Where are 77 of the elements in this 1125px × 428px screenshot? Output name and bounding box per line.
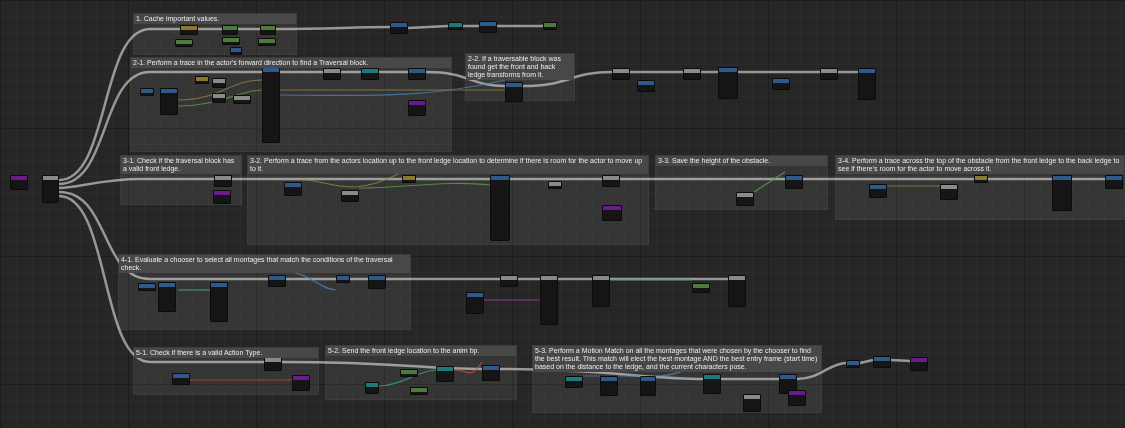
graph-node[interactable] xyxy=(540,275,558,325)
graph-node[interactable] xyxy=(260,25,276,35)
graph-node[interactable] xyxy=(940,184,958,200)
graph-node[interactable] xyxy=(785,175,803,189)
graph-node[interactable] xyxy=(1105,175,1123,189)
graph-node[interactable] xyxy=(284,182,302,196)
graph-node[interactable] xyxy=(408,100,426,116)
graph-node[interactable] xyxy=(448,22,463,30)
graph-node[interactable] xyxy=(820,68,838,80)
graph-node[interactable] xyxy=(336,275,350,283)
graph-node[interactable] xyxy=(692,283,710,293)
graph-node[interactable] xyxy=(703,374,721,394)
graph-node[interactable] xyxy=(175,39,193,47)
graph-node[interactable] xyxy=(772,78,790,90)
graph-node[interactable] xyxy=(846,360,860,368)
graph-node[interactable] xyxy=(210,282,228,322)
graph-node[interactable] xyxy=(592,275,610,307)
graph-node[interactable] xyxy=(910,357,928,371)
graph-node[interactable] xyxy=(858,68,876,100)
graph-node[interactable] xyxy=(500,275,518,287)
graph-node[interactable] xyxy=(600,376,618,396)
graph-node[interactable] xyxy=(410,387,428,395)
graph-node[interactable] xyxy=(160,88,178,115)
graph-node[interactable] xyxy=(466,292,484,314)
graph-node[interactable] xyxy=(213,190,231,204)
graph-node[interactable] xyxy=(365,382,379,394)
graph-node[interactable] xyxy=(548,181,562,189)
graph-node[interactable] xyxy=(505,82,523,102)
graph-node[interactable] xyxy=(158,282,176,312)
graph-node[interactable] xyxy=(869,184,887,198)
graph-node[interactable] xyxy=(873,356,891,368)
graph-node[interactable] xyxy=(640,376,656,396)
graph-node[interactable] xyxy=(390,22,408,34)
graph-node[interactable] xyxy=(400,369,418,377)
graph-node[interactable] xyxy=(262,67,280,143)
graph-node[interactable] xyxy=(637,80,655,92)
graph-node[interactable] xyxy=(602,205,622,221)
graph-node[interactable] xyxy=(728,275,746,307)
graph-node[interactable] xyxy=(140,88,154,96)
graph-node[interactable] xyxy=(543,22,557,30)
graph-node[interactable] xyxy=(602,175,620,187)
graph-node[interactable] xyxy=(230,47,242,55)
graph-node[interactable] xyxy=(436,366,454,382)
graph-node[interactable] xyxy=(212,93,226,103)
graph-node[interactable] xyxy=(214,175,232,187)
graph-node[interactable] xyxy=(195,76,209,84)
graph-node[interactable] xyxy=(212,78,226,88)
graph-node[interactable] xyxy=(974,175,988,183)
graph-node[interactable] xyxy=(292,375,310,391)
graph-node[interactable] xyxy=(736,192,754,206)
graph-node[interactable] xyxy=(368,275,386,289)
graph-node[interactable] xyxy=(779,374,797,394)
graph-node[interactable] xyxy=(138,283,156,291)
graph-node[interactable] xyxy=(42,175,59,203)
graph-node[interactable] xyxy=(479,21,497,33)
graph-node[interactable] xyxy=(222,37,240,45)
graph-node[interactable] xyxy=(490,175,510,241)
graph-node[interactable] xyxy=(361,68,379,80)
graph-node[interactable] xyxy=(408,68,426,80)
graph-node[interactable] xyxy=(565,376,583,388)
graph-node[interactable] xyxy=(10,175,28,190)
graph-node[interactable] xyxy=(341,190,359,202)
graph-node[interactable] xyxy=(268,275,286,287)
graph-node[interactable] xyxy=(222,25,238,35)
graph-node[interactable] xyxy=(718,67,738,99)
graph-node[interactable] xyxy=(233,95,251,104)
graph-node[interactable] xyxy=(743,394,761,412)
graph-node[interactable] xyxy=(402,175,416,183)
graph-node[interactable] xyxy=(482,365,500,381)
graph-node[interactable] xyxy=(788,390,806,406)
graph-node[interactable] xyxy=(683,68,701,80)
graph-node[interactable] xyxy=(1052,175,1072,211)
graph-node[interactable] xyxy=(258,38,276,46)
graph-node[interactable] xyxy=(323,68,341,80)
graph-node[interactable] xyxy=(180,25,198,35)
graph-node[interactable] xyxy=(612,68,630,80)
graph-node[interactable] xyxy=(172,373,190,385)
